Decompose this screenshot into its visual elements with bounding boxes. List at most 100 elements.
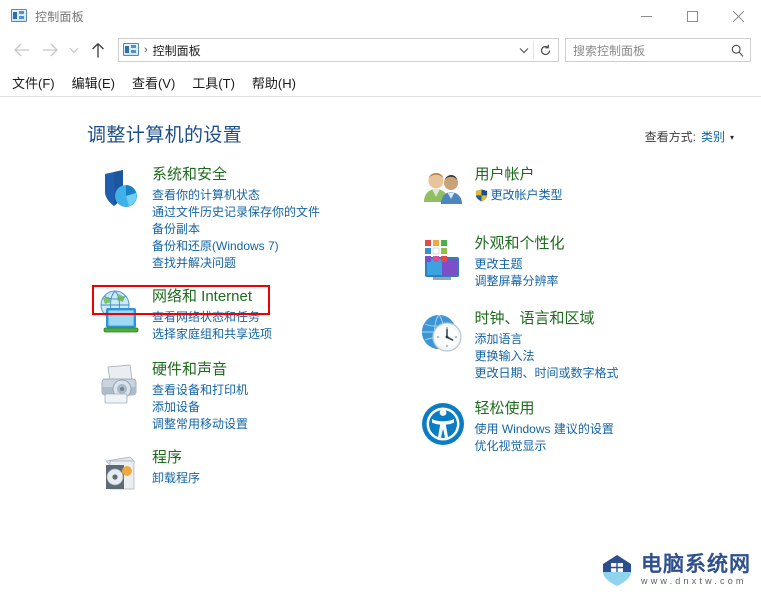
menu-item-file[interactable]: 文件(F) — [12, 73, 55, 92]
category-hardware-and-sound: 硬件和声音 查看设备和打印机 添加设备 调整常用移动设置 — [96, 360, 381, 433]
category-clock-language-region: 时钟、语言和区域 添加语言 更换输入法 更改日期、时间或数字格式 — [419, 309, 761, 382]
shield-security-icon — [96, 166, 144, 214]
breadcrumb-current[interactable]: 控制面板 — [153, 42, 515, 59]
category-link[interactable]: 查看你的计算机状态 — [152, 187, 320, 204]
category-title[interactable]: 系统和安全 — [152, 165, 227, 185]
watermark-title: 电脑系统网 — [641, 552, 751, 576]
menu-item-tools[interactable]: 工具(T) — [192, 73, 235, 92]
maximize-button[interactable] — [669, 0, 715, 32]
category-title[interactable]: 用户帐户 — [475, 165, 535, 185]
category-link[interactable]: 卸载程序 — [152, 470, 200, 487]
menu-item-file-label: 文件(F) — [12, 75, 55, 91]
menu-item-help[interactable]: 帮助(H) — [252, 73, 296, 92]
user-accounts-icon — [419, 166, 467, 214]
house-shield-logo — [599, 552, 635, 588]
category-title[interactable]: 轻松使用 — [475, 399, 535, 419]
category-programs: 程序 卸载程序 — [96, 448, 381, 497]
search-box[interactable]: 搜索控制面板 — [565, 38, 751, 62]
menu-item-view[interactable]: 查看(V) — [132, 73, 175, 92]
category-title[interactable]: 时钟、语言和区域 — [475, 309, 595, 329]
category-link[interactable]: 查看网络状态和任务 — [152, 309, 272, 326]
menu-item-view-label: 查看(V) — [131, 75, 176, 91]
category-link[interactable]: 优化视觉显示 — [475, 438, 614, 455]
uac-shield-icon — [475, 189, 488, 202]
page-title: 调整计算机的设置 — [87, 125, 243, 146]
category-link[interactable]: 备份和还原(Windows 7) — [152, 238, 320, 255]
category-user-accounts: 用户帐户 更改帐户类型 — [419, 165, 761, 214]
ease-of-access-icon — [419, 400, 467, 448]
category-body: 时钟、语言和区域 添加语言 更换输入法 更改日期、时间或数字格式 — [475, 309, 619, 382]
refresh-icon[interactable] — [533, 41, 556, 59]
category-link[interactable]: 添加语言 — [475, 331, 619, 348]
category-body: 网络和 Internet 查看网络状态和任务 选择家庭组和共享选项 — [152, 287, 272, 343]
navigation-toolbar: › 控制面板 搜索控制面板 — [0, 32, 761, 68]
category-body: 外观和个性化 更改主题 调整屏幕分辨率 — [475, 234, 565, 290]
search-input[interactable]: 搜索控制面板 — [573, 42, 728, 59]
category-column-left: 系统和安全 查看你的计算机状态 通过文件历史记录保存你的文件 备份副本 备份和还… — [0, 165, 381, 512]
category-system-and-security: 系统和安全 查看你的计算机状态 通过文件历史记录保存你的文件 备份副本 备份和还… — [96, 165, 381, 272]
watermark-url: www.dnxtw.com — [641, 576, 747, 586]
category-appearance-and-personalization: 外观和个性化 更改主题 调整屏幕分辨率 — [419, 234, 761, 290]
up-button[interactable] — [84, 36, 112, 64]
category-title[interactable]: 网络和 Internet — [152, 287, 252, 307]
titlebar-left-group: 控制面板 — [0, 8, 84, 25]
category-link-row[interactable]: 更改帐户类型 — [475, 187, 563, 204]
forward-button[interactable] — [36, 36, 64, 64]
page-header: 调整计算机的设置 查看方式: 类别 ▾ — [0, 97, 761, 147]
category-link[interactable]: 更改主题 — [475, 256, 565, 273]
category-title[interactable]: 程序 — [152, 448, 182, 468]
category-column-right: 用户帐户 更改帐户类型 外观和个性化 更改主题 调整屏幕分辨率 时钟、语言和区域… — [381, 165, 761, 512]
view-by-value[interactable]: 类别 — [701, 128, 725, 145]
category-network-and-internet: 网络和 Internet 查看网络状态和任务 选择家庭组和共享选项 — [92, 285, 381, 343]
menu-bar: 文件(F) 编辑(E) 查看(V) 工具(T) 帮助(H) — [0, 68, 761, 97]
close-button[interactable] — [715, 0, 761, 32]
window-titlebar: 控制面板 — [0, 0, 761, 32]
back-button[interactable] — [8, 36, 36, 64]
category-body: 系统和安全 查看你的计算机状态 通过文件历史记录保存你的文件 备份副本 备份和还… — [152, 165, 320, 272]
breadcrumb-separator: › — [144, 44, 148, 56]
window-controls — [623, 0, 761, 32]
category-link[interactable]: 添加设备 — [152, 399, 248, 416]
menu-item-edit-label: 编辑(E) — [71, 75, 115, 91]
category-ease-of-access: 轻松使用 使用 Windows 建议的设置 优化视觉显示 — [419, 399, 761, 455]
category-link[interactable]: 查找并解决问题 — [152, 255, 320, 272]
category-link[interactable]: 使用 Windows 建议的设置 — [475, 421, 614, 438]
category-body: 轻松使用 使用 Windows 建议的设置 优化视觉显示 — [475, 399, 614, 455]
menu-item-edit[interactable]: 编辑(E) — [72, 73, 115, 92]
category-title[interactable]: 硬件和声音 — [152, 360, 227, 380]
programs-disc-icon — [96, 449, 144, 497]
category-link[interactable]: 更改日期、时间或数字格式 — [475, 365, 619, 382]
view-by-label: 查看方式: — [644, 130, 696, 144]
menu-item-tools-label: 工具(T) — [192, 75, 235, 91]
search-icon[interactable] — [728, 44, 746, 57]
printer-hardware-icon — [96, 361, 144, 409]
category-body: 硬件和声音 查看设备和打印机 添加设备 调整常用移动设置 — [152, 360, 248, 433]
recent-locations-button[interactable] — [64, 36, 84, 64]
category-body: 程序 卸载程序 — [152, 448, 200, 497]
menu-item-help-label: 帮助(H) — [251, 75, 296, 91]
network-globe-icon — [96, 288, 144, 336]
site-watermark: 电脑系统网 www.dnxtw.com — [599, 552, 751, 588]
clock-language-region-icon — [419, 310, 467, 358]
control-panel-content: 调整计算机的设置 查看方式: 类别 ▾ 系统和安全 查看你的计算机状态 通过文件… — [0, 97, 761, 596]
category-body: 用户帐户 更改帐户类型 — [475, 165, 563, 214]
category-link[interactable]: 调整屏幕分辨率 — [475, 273, 565, 290]
category-link[interactable]: 查看设备和打印机 — [152, 382, 248, 399]
category-link[interactable]: 通过文件历史记录保存你的文件 — [152, 204, 320, 221]
minimize-button[interactable] — [623, 0, 669, 32]
category-link[interactable]: 调整常用移动设置 — [152, 416, 248, 433]
category-title[interactable]: 外观和个性化 — [475, 234, 565, 254]
watermark-text-group: 电脑系统网 www.dnxtw.com — [641, 553, 751, 587]
view-by-group: 查看方式: 类别 ▾ — [645, 128, 747, 145]
category-grid: 系统和安全 查看你的计算机状态 通过文件历史记录保存你的文件 备份副本 备份和还… — [0, 147, 761, 512]
address-control-panel-icon — [123, 42, 139, 58]
category-link[interactable]: 选择家庭组和共享选项 — [152, 326, 272, 343]
category-link: 更改帐户类型 — [490, 188, 563, 202]
control-panel-icon — [11, 8, 27, 24]
chevron-down-icon[interactable]: ▾ — [730, 133, 734, 142]
appearance-personalization-icon — [419, 235, 467, 283]
chevron-down-icon[interactable] — [515, 47, 533, 54]
address-bar[interactable]: › 控制面板 — [118, 38, 559, 62]
category-link[interactable]: 备份副本 — [152, 221, 320, 238]
category-link[interactable]: 更换输入法 — [475, 348, 619, 365]
